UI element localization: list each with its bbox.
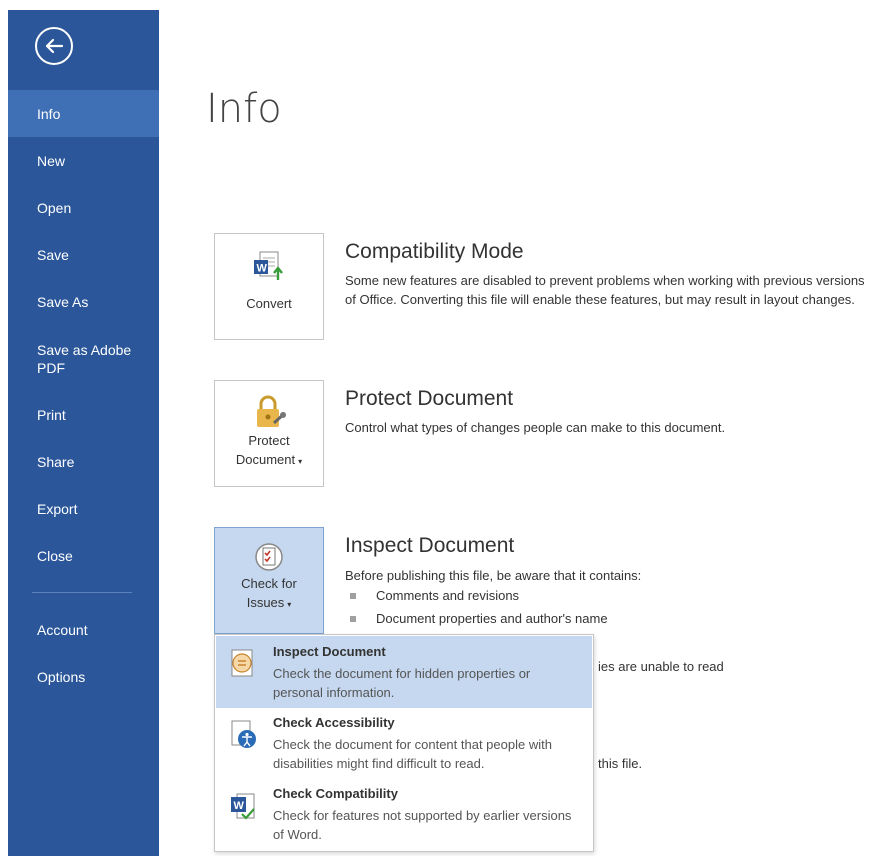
convert-label: Convert [246, 296, 292, 311]
protect-document-button[interactable]: Protect Document ▾ [214, 380, 324, 487]
check-for-issues-menu: Inspect Document Check the document for … [214, 634, 594, 852]
partially-hidden-text: this file. [598, 756, 643, 771]
lock-key-icon [257, 395, 287, 427]
sidebar-item-info[interactable]: Info [8, 90, 159, 137]
sidebar-item-open[interactable]: Open [8, 185, 159, 231]
word-compatibility-icon: W [231, 793, 255, 820]
protect-document-title: Protect Document [345, 387, 514, 410]
partially-hidden-text: ies are unable to read [598, 659, 724, 674]
chevron-down-icon: ▾ [287, 600, 292, 609]
sidebar-item-save-as[interactable]: Save As [8, 279, 159, 325]
sidebar-item-export[interactable]: Export [8, 486, 159, 532]
compatibility-mode-description: Some new features are disabled to preven… [345, 273, 865, 307]
protect-document-label-2: Document ▾ [235, 452, 303, 467]
menu-item-description: Check the document for content that peop… [273, 737, 552, 771]
menu-item-title: Inspect Document [273, 644, 386, 659]
inspect-checklist-icon [255, 543, 283, 571]
sidebar-item-save[interactable]: Save [8, 232, 159, 278]
menu-item-title: Check Accessibility [273, 715, 395, 730]
chevron-down-icon: ▾ [298, 457, 303, 466]
menu-item-inspect-document[interactable]: Inspect Document Check the document for … [216, 636, 592, 708]
back-arrow-icon [45, 38, 64, 54]
accessibility-icon [231, 720, 256, 748]
sidebar-divider [32, 592, 132, 593]
sidebar-item-new[interactable]: New [8, 138, 159, 184]
page-title: Info [206, 86, 282, 132]
compatibility-mode-title: Compatibility Mode [345, 240, 524, 263]
menu-item-check-compatibility[interactable]: W Check Compatibility Check for features… [216, 778, 592, 850]
backstage-sidebar: Info New Open Save Save As Save as Adobe… [8, 10, 159, 856]
sidebar-item-options[interactable]: Options [8, 654, 159, 700]
menu-item-title: Check Compatibility [273, 786, 398, 801]
svg-text:W: W [234, 800, 245, 812]
check-for-issues-button[interactable]: Check for Issues ▾ [214, 527, 324, 634]
sidebar-item-close[interactable]: Close [8, 533, 159, 579]
sidebar-item-account[interactable]: Account [8, 607, 159, 653]
inspect-document-title: Inspect Document [345, 534, 515, 557]
inspect-document-description: Before publishing this file, be aware th… [345, 568, 642, 583]
back-button[interactable] [35, 27, 73, 65]
protect-document-description: Control what types of changes people can… [345, 420, 726, 435]
convert-button[interactable]: W Convert [214, 233, 324, 340]
menu-item-check-accessibility[interactable]: Check Accessibility Check the document f… [216, 707, 592, 779]
protect-document-label-1: Protect [248, 433, 290, 448]
list-item: Comments and revisions [350, 588, 519, 603]
svg-text:W: W [257, 263, 268, 275]
inspect-document-icon [231, 649, 253, 677]
check-for-issues-label-1: Check for [241, 576, 297, 591]
check-for-issues-label-2: Issues ▾ [246, 595, 292, 610]
sidebar-item-print[interactable]: Print [8, 392, 159, 438]
sidebar-item-share[interactable]: Share [8, 439, 159, 485]
list-item: Document properties and author's name [350, 611, 608, 626]
menu-item-description: Check the document for hidden properties… [273, 666, 531, 700]
word-convert-icon: W [254, 251, 283, 280]
sidebar-item-save-as-adobe-pdf[interactable]: Save as Adobe PDF [8, 336, 159, 382]
menu-item-description: Check for features not supported by earl… [273, 808, 572, 842]
